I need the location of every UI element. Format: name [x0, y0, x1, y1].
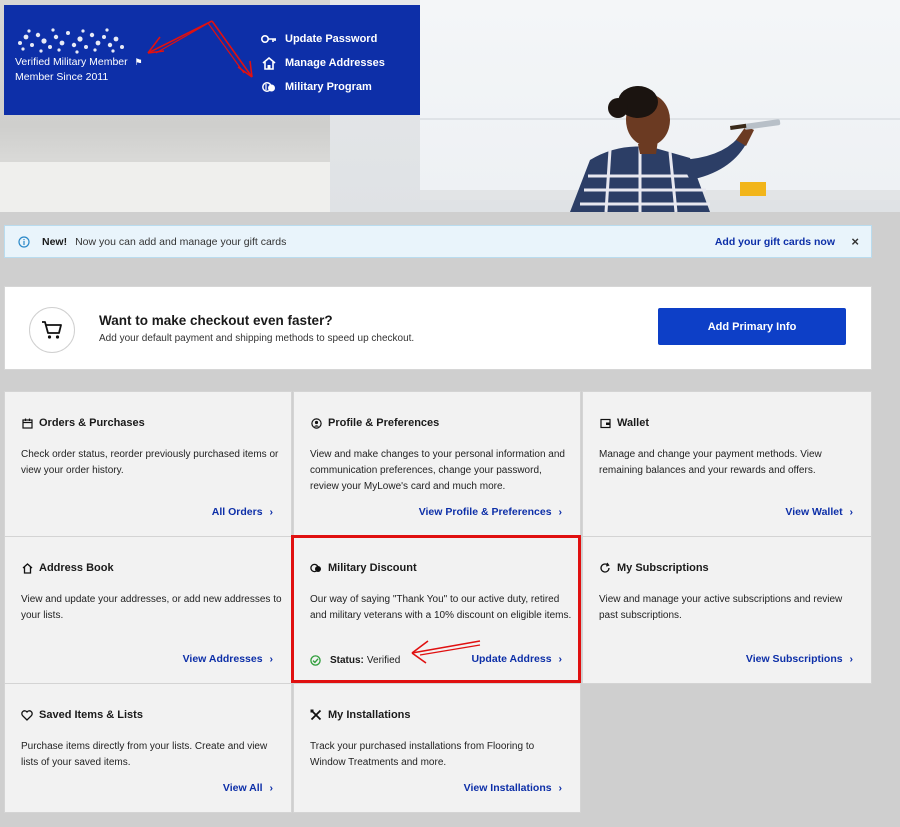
manage-addresses-link[interactable]: Manage Addresses	[260, 51, 385, 75]
tile-description: View and make changes to your personal i…	[310, 449, 565, 492]
add-gift-cards-link[interactable]: Add your gift cards now	[715, 236, 835, 248]
tile-wallet: Wallet Manage and change your payment me…	[582, 391, 872, 537]
status-value: Verified	[366, 655, 401, 666]
redacted-name	[14, 25, 126, 55]
tile-description: View and update your addresses, or add n…	[21, 594, 282, 621]
annotation-arrow	[411, 640, 481, 664]
tile-title: Saved Items & Lists	[39, 709, 143, 721]
status-label: Status:	[330, 655, 364, 666]
view-all-link[interactable]: View All	[223, 782, 273, 794]
profile-panel: Verified Military Member ⚑ Member Since …	[4, 5, 420, 115]
tile-title: My Subscriptions	[617, 562, 709, 574]
tile-profile-preferences: Profile & Preferences View and make chan…	[293, 391, 581, 537]
subscription-icon	[599, 562, 611, 574]
tile-my-subscriptions: My Subscriptions View and manage your ac…	[582, 536, 872, 684]
calendar-icon	[21, 417, 33, 429]
close-icon[interactable]: ×	[851, 234, 859, 249]
tile-military-discount: Military Discount Our way of saying "Tha…	[293, 536, 581, 684]
checkout-subtitle: Add your default payment and shipping me…	[99, 333, 415, 344]
all-orders-link[interactable]: All Orders	[212, 506, 273, 518]
tile-title: Military Discount	[328, 562, 417, 574]
tools-icon	[310, 709, 322, 721]
hero-person-illustration	[570, 86, 781, 212]
view-profile-preferences-link[interactable]: View Profile & Preferences	[419, 506, 562, 518]
annotation-arrows	[147, 20, 253, 78]
gift-card-notice: New! Now you can add and manage your gif…	[4, 225, 872, 258]
tile-description: Check order status, reorder previously p…	[21, 449, 279, 476]
member-status: Verified Military Member ⚑	[15, 56, 143, 68]
tile-description: Track your purchased installations from …	[310, 741, 535, 768]
military-program-link[interactable]: Military Program	[260, 75, 385, 99]
view-wallet-link[interactable]: View Wallet	[785, 506, 853, 518]
hero-cabinet	[0, 160, 330, 212]
tile-title: My Installations	[328, 709, 411, 721]
tile-orders-purchases: Orders & Purchases Check order status, r…	[4, 391, 292, 537]
tile-description: View and manage your active subscription…	[599, 594, 843, 621]
tile-title: Orders & Purchases	[39, 417, 145, 429]
tile-title: Address Book	[39, 562, 114, 574]
add-primary-info-button[interactable]: Add Primary Info	[658, 308, 846, 345]
checkout-promo-card: Want to make checkout even faster? Add y…	[4, 286, 872, 370]
tile-description: Our way of saying "Thank You" to our act…	[310, 594, 572, 621]
military-status: Status: Verified	[310, 655, 400, 666]
new-badge: New!	[42, 235, 68, 248]
view-installations-link[interactable]: View Installations	[464, 782, 562, 794]
notice-message: Now you can add and manage your gift car…	[75, 235, 287, 248]
view-subscriptions-link[interactable]: View Subscriptions	[746, 653, 853, 665]
hero-banner: Verified Military Member ⚑ Member Since …	[0, 0, 900, 212]
cart-icon	[29, 307, 75, 353]
tile-title: Profile & Preferences	[328, 417, 440, 429]
tile-saved-items-lists: Saved Items & Lists Purchase items direc…	[4, 683, 292, 813]
wallet-icon	[599, 417, 611, 429]
home-icon	[21, 562, 33, 574]
military-icon	[310, 562, 322, 574]
heart-icon	[21, 709, 33, 721]
tile-my-installations: My Installations Track your purchased in…	[293, 683, 581, 813]
tile-description: Manage and change your payment methods. …	[599, 449, 822, 476]
info-icon	[18, 235, 30, 248]
update-password-link[interactable]: Update Password	[260, 27, 385, 51]
profile-quick-links: Update Password Manage Addresses Militar…	[260, 27, 385, 99]
checkout-title: Want to make checkout even faster?	[99, 313, 333, 328]
view-addresses-link[interactable]: View Addresses	[183, 653, 273, 665]
check-circle-icon	[310, 655, 321, 666]
tile-title: Wallet	[617, 417, 649, 429]
member-since: Member Since 2011	[15, 71, 109, 83]
profile-icon	[310, 417, 322, 429]
tile-address-book: Address Book View and update your addres…	[4, 536, 292, 684]
tile-description: Purchase items directly from your lists.…	[21, 741, 268, 768]
